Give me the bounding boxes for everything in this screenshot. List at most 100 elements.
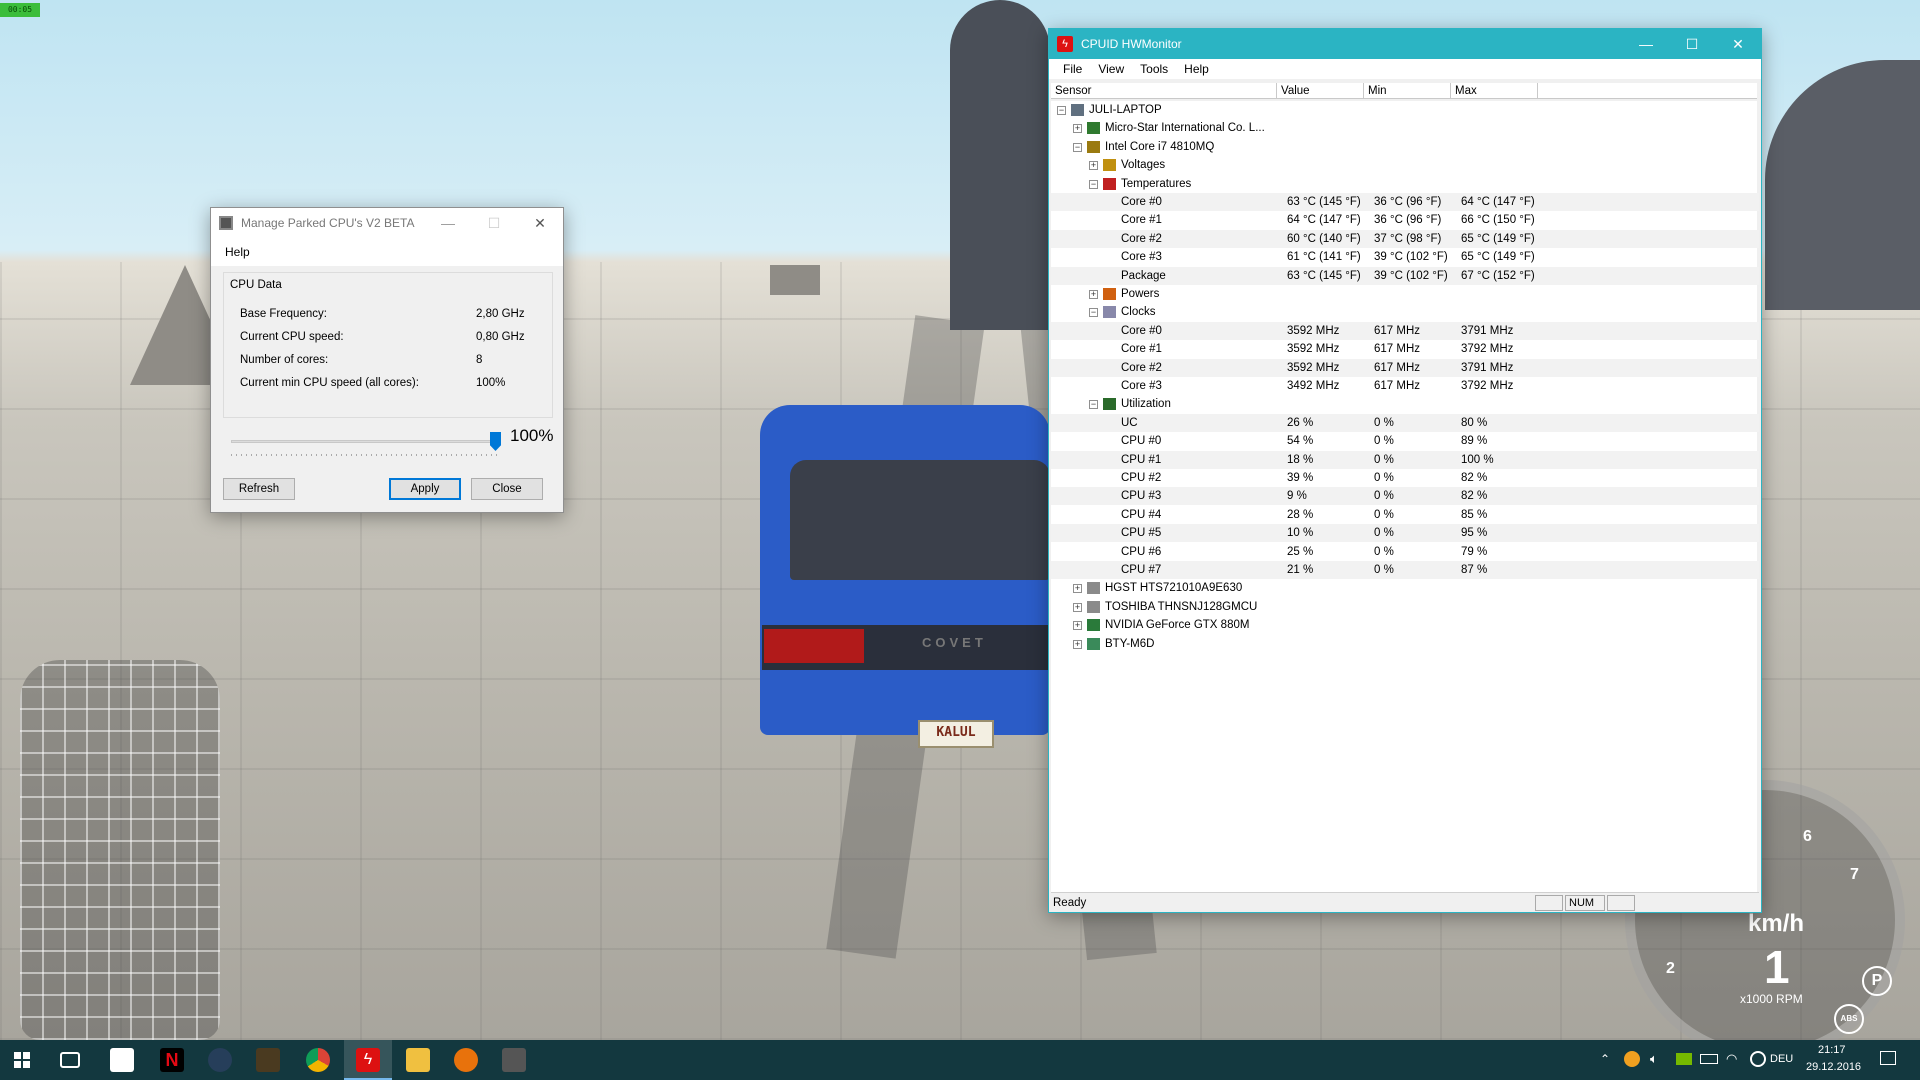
- sensor-row[interactable]: UC 26 % 0 % 80 %: [1051, 413, 1759, 432]
- menu-view[interactable]: View: [1090, 62, 1132, 76]
- expand-icon[interactable]: +: [1073, 639, 1082, 649]
- sensor-row[interactable]: Core #3 3492 MHz 617 MHz 3792 MHz: [1051, 377, 1759, 395]
- sensor-row[interactable]: CPU #1 18 % 0 % 100 %: [1051, 450, 1759, 469]
- close-window-button[interactable]: ✕: [517, 215, 563, 232]
- steam-icon[interactable]: [208, 1048, 232, 1072]
- close-button[interactable]: Close: [471, 478, 543, 500]
- collapse-icon[interactable]: −: [1089, 179, 1098, 189]
- sensor-row[interactable]: Core #0 63 °C (145 °F) 36 °C (96 °F) 64 °C …: [1051, 193, 1759, 211]
- expand-icon[interactable]: +: [1073, 602, 1082, 612]
- expand-icon[interactable]: +: [1089, 290, 1098, 299]
- collapse-icon[interactable]: −: [1073, 142, 1082, 152]
- tree-node[interactable]: + HGST HTS721010A9E630: [1051, 579, 1759, 597]
- sensor-value: 9 %: [1287, 490, 1307, 503]
- tree-node[interactable]: + Voltages: [1051, 156, 1759, 174]
- start-button-icon[interactable]: [14, 1052, 30, 1068]
- nvidia-icon[interactable]: [1676, 1053, 1692, 1065]
- volume-icon[interactable]: 🔈︎: [1650, 1051, 1658, 1067]
- sensor-value: 26 %: [1287, 416, 1314, 429]
- battery-icon[interactable]: [1700, 1054, 1718, 1064]
- wifi-icon[interactable]: ◠: [1726, 1051, 1737, 1067]
- tree-node[interactable]: + BTY-M6D: [1051, 635, 1759, 653]
- task-view-icon[interactable]: [60, 1052, 80, 1068]
- minimize-button[interactable]: —: [425, 215, 471, 231]
- sensor-row[interactable]: CPU #2 39 % 0 % 82 %: [1051, 469, 1759, 487]
- collapse-icon[interactable]: −: [1089, 308, 1098, 318]
- col-min[interactable]: Min: [1364, 83, 1451, 98]
- sensor-row[interactable]: Core #2 3592 MHz 617 MHz 3791 MHz: [1051, 358, 1759, 377]
- collapse-icon[interactable]: −: [1089, 400, 1098, 410]
- sensor-row[interactable]: Core #3 61 °C (141 °F) 39 °C (102 °F) 65 °C…: [1051, 248, 1759, 266]
- menu-help[interactable]: Help: [1176, 62, 1217, 76]
- tree-node[interactable]: + Powers: [1051, 285, 1759, 303]
- parked-cpu-icon[interactable]: [502, 1048, 526, 1072]
- col-value[interactable]: Value: [1277, 83, 1364, 98]
- netflix-icon[interactable]: N: [160, 1048, 184, 1072]
- hwmonitor-icon[interactable]: ϟ: [356, 1048, 380, 1072]
- tree-node[interactable]: + TOSHIBA THNSNJ128GMCU: [1051, 598, 1759, 616]
- tree-node[interactable]: − Temperatures: [1051, 175, 1759, 193]
- tree-node[interactable]: + Micro-Star International Co. L...: [1051, 119, 1759, 137]
- tree-node[interactable]: − Utilization: [1051, 395, 1759, 413]
- clock-date[interactable]: 29.12.2016: [1806, 1061, 1861, 1073]
- menu-bar: Help: [211, 238, 563, 266]
- sensor-row[interactable]: CPU #5 10 % 0 % 95 %: [1051, 524, 1759, 543]
- close-window-button[interactable]: ✕: [1715, 36, 1761, 53]
- sensor-row[interactable]: CPU #6 25 % 0 % 79 %: [1051, 543, 1759, 561]
- tree-node[interactable]: − Intel Core i7 4810MQ: [1051, 138, 1759, 156]
- language-indicator[interactable]: DEU: [1770, 1053, 1793, 1065]
- store-icon[interactable]: [110, 1048, 134, 1072]
- menu-file[interactable]: File: [1055, 62, 1090, 76]
- sensor-row[interactable]: CPU #4 28 % 0 % 85 %: [1051, 506, 1759, 524]
- cpu-icon: [1087, 140, 1100, 153]
- expand-icon[interactable]: +: [1073, 124, 1082, 134]
- action-center-icon[interactable]: [1880, 1051, 1896, 1065]
- maximize-button[interactable]: ☐: [471, 215, 517, 232]
- sensor-row[interactable]: Core #1 3592 MHz 617 MHz 3792 MHz: [1051, 340, 1759, 358]
- sensor-max: 80 %: [1461, 416, 1488, 429]
- col-sensor[interactable]: Sensor: [1051, 83, 1277, 98]
- sensor-row[interactable]: Package 63 °C (145 °F) 39 °C (102 °F) 67 °C…: [1051, 266, 1759, 285]
- sensor-label: Core #2: [1121, 361, 1162, 374]
- slider-thumb[interactable]: [490, 432, 501, 451]
- tree-node[interactable]: + NVIDIA GeForce GTX 880M: [1051, 616, 1759, 634]
- sensor-min: 37 °C (98 °F): [1374, 232, 1442, 245]
- column-header: Sensor Value Min Max: [1051, 83, 1757, 99]
- tree-node[interactable]: − JULI-LAPTOP: [1051, 101, 1759, 119]
- apply-button[interactable]: Apply: [389, 478, 461, 500]
- menu-help[interactable]: Help: [217, 245, 258, 259]
- min-speed-slider[interactable]: [231, 432, 501, 456]
- sensor-row[interactable]: CPU #3 9 % 0 % 82 %: [1051, 487, 1759, 506]
- expand-icon[interactable]: +: [1073, 584, 1082, 594]
- minecraft-icon[interactable]: [256, 1048, 280, 1072]
- chrome-icon[interactable]: [306, 1048, 330, 1072]
- sensor-tree[interactable]: − JULI-LAPTOP + Micro-Star International Co…: [1051, 101, 1759, 901]
- sensor-row[interactable]: CPU #7 21 % 0 % 87 %: [1051, 561, 1759, 579]
- cpu-speed-value: 0,80 GHz: [476, 331, 525, 343]
- menu-tools[interactable]: Tools: [1132, 62, 1176, 76]
- collapse-icon[interactable]: −: [1057, 106, 1066, 115]
- sensor-row[interactable]: Core #2 60 °C (140 °F) 37 °C (98 °F) 65 °C …: [1051, 229, 1759, 248]
- minimize-button[interactable]: —: [1623, 36, 1669, 52]
- file-explorer-icon[interactable]: [406, 1048, 430, 1072]
- sensor-row[interactable]: Core #0 3592 MHz 617 MHz 3791 MHz: [1051, 321, 1759, 340]
- sensor-row[interactable]: CPU #0 54 % 0 % 89 %: [1051, 432, 1759, 450]
- col-max[interactable]: Max: [1451, 83, 1538, 98]
- sensor-min: 0 %: [1374, 564, 1394, 576]
- hw-titlebar[interactable]: ϟ CPUID HWMonitor — ☐ ✕: [1049, 29, 1761, 59]
- sensor-row[interactable]: Core #1 64 °C (147 °F) 36 °C (96 °F) 66 °C …: [1051, 211, 1759, 229]
- expand-icon[interactable]: +: [1089, 161, 1098, 171]
- tree-node[interactable]: − Clocks: [1051, 303, 1759, 321]
- sensor-label: CPU #6: [1121, 545, 1162, 558]
- steam-tray-icon[interactable]: [1750, 1051, 1766, 1067]
- refresh-button[interactable]: Refresh: [223, 478, 295, 500]
- car-badge: COVET: [922, 635, 987, 650]
- tray-app-icon[interactable]: [1624, 1051, 1640, 1067]
- clock-time[interactable]: 21:17: [1818, 1044, 1846, 1056]
- tray-chevron-icon[interactable]: ⌃: [1600, 1052, 1610, 1066]
- parked-titlebar[interactable]: Manage Parked CPU's V2 BETA — ☐ ✕: [211, 208, 563, 238]
- expand-icon[interactable]: +: [1073, 621, 1082, 631]
- ramp: [770, 265, 820, 295]
- maximize-button[interactable]: ☐: [1669, 36, 1715, 53]
- beamng-icon[interactable]: [454, 1048, 478, 1072]
